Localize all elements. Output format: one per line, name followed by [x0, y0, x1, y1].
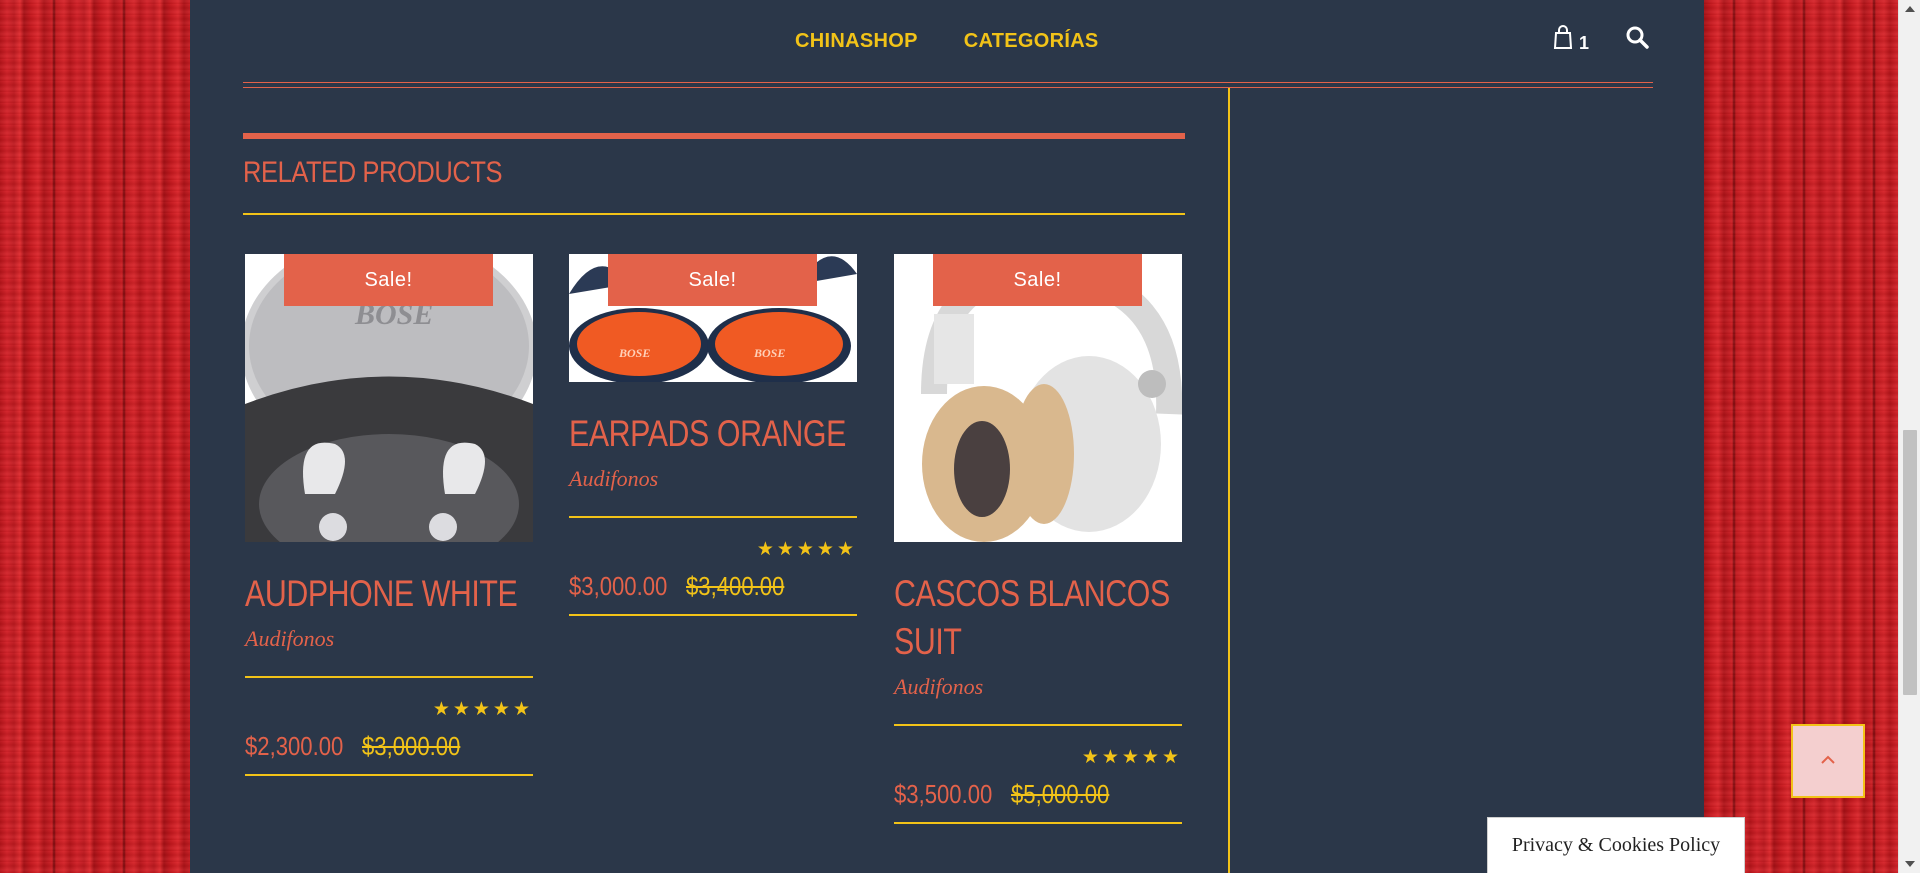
product-price: $3,000.00	[569, 571, 668, 601]
sale-badge: Sale!	[284, 254, 493, 306]
sale-badge: Sale!	[608, 254, 817, 306]
product-divider	[894, 822, 1182, 824]
related-products-heading: RELATED PRODUCTS	[243, 156, 503, 189]
product-divider	[245, 774, 533, 776]
chevron-up-icon	[1820, 752, 1836, 770]
nav-item-categorias[interactable]: CATEGORÍAS	[964, 30, 1099, 53]
cart-count: 1	[1579, 33, 1590, 53]
star-rating-icon: ★★★★★	[432, 699, 533, 720]
product-card[interactable]: BOSE BOSE Sale! EARPADS ORANGE Audifonos…	[569, 254, 857, 616]
product-category[interactable]: Audifonos	[245, 626, 533, 652]
main-nav: CHINASHOP CATEGORÍAS	[795, 30, 1099, 53]
sidebar-divider	[1228, 88, 1230, 873]
product-divider	[569, 614, 857, 616]
svg-text:BOSE: BOSE	[753, 346, 785, 360]
related-top-bar	[243, 133, 1185, 139]
related-underline	[243, 213, 1185, 215]
page-scrollbar[interactable]	[1898, 0, 1920, 873]
product-old-price: $3,400.00	[686, 571, 785, 601]
header-divider	[243, 82, 1653, 83]
product-image[interactable]: BOSE Sale!	[245, 254, 533, 542]
product-old-price: $3,000.00	[362, 731, 461, 761]
product-name[interactable]: AUDPHONE WHITE	[245, 570, 518, 618]
star-rating-icon: ★★★★★	[756, 539, 857, 560]
header-divider-2	[243, 87, 1653, 88]
scroll-up-arrow-icon[interactable]	[1905, 6, 1915, 12]
product-name[interactable]: CASCOS BLANCOS	[894, 570, 1170, 618]
scrollbar-thumb[interactable]	[1903, 430, 1917, 695]
search-icon	[1625, 26, 1649, 53]
product-category[interactable]: Audifonos	[894, 674, 1182, 700]
sale-badge: Sale!	[933, 254, 1142, 306]
product-price: $2,300.00	[245, 731, 344, 761]
product-image[interactable]: Sale!	[894, 254, 1182, 542]
star-rating-icon: ★★★★★	[1081, 747, 1182, 768]
svg-text:BOSE: BOSE	[618, 346, 650, 360]
product-old-price: $5,000.00	[1011, 779, 1110, 809]
product-card[interactable]: Sale! CASCOS BLANCOS SUIT Audifonos ★★★★…	[894, 254, 1182, 824]
product-image[interactable]: BOSE BOSE Sale!	[569, 254, 857, 382]
scroll-down-arrow-icon[interactable]	[1905, 861, 1915, 867]
product-price: $3,500.00	[894, 779, 993, 809]
product-name[interactable]: EARPADS ORANGE	[569, 410, 846, 458]
privacy-policy-link[interactable]: Privacy & Cookies Policy	[1487, 817, 1745, 873]
cart-button[interactable]: 1	[1553, 25, 1589, 54]
scroll-to-top-button[interactable]	[1791, 724, 1865, 798]
product-category[interactable]: Audifonos	[569, 466, 857, 492]
product-card[interactable]: BOSE Sale! AUDPHONE WHITE Audifonos ★★★★…	[245, 254, 533, 776]
nav-item-chinashop[interactable]: CHINASHOP	[795, 30, 918, 53]
shopping-bag-icon	[1553, 25, 1573, 54]
product-name-line2[interactable]: SUIT	[894, 618, 1130, 666]
search-button[interactable]	[1625, 25, 1649, 54]
